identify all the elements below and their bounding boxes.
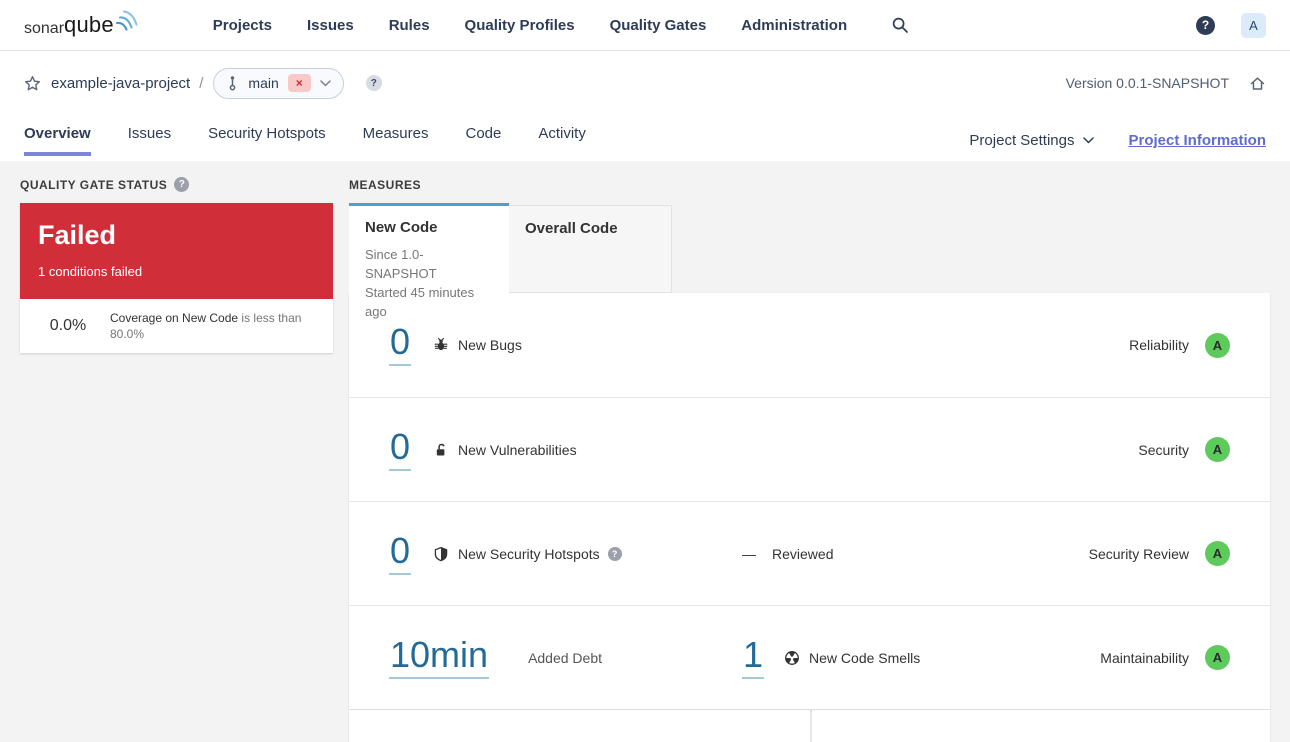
nav-item-administration[interactable]: Administration (741, 17, 847, 34)
reviewed-value-dash: — (742, 545, 756, 562)
added-debt-label: Added Debt (528, 649, 603, 666)
tab-activity[interactable]: Activity (538, 125, 586, 156)
measure-row-maintainability: 10min Added Debt 1 New Code Smells Maint… (349, 605, 1270, 709)
nav-item-quality-gates[interactable]: Quality Gates (610, 17, 707, 34)
quality-gate-status-banner: Failed 1 conditions failed (20, 203, 333, 299)
quality-gate-help-icon[interactable] (174, 177, 190, 192)
quality-gate-title: QUALITY GATE STATUS (20, 177, 168, 192)
quality-gate-card: Failed 1 conditions failed 0.0% Coverage… (20, 203, 333, 353)
project-header-bar: example-java-project / main Version 0.0.… (0, 51, 1290, 115)
new-code-smells-count[interactable]: 1 (742, 636, 765, 679)
tab-overall-code[interactable]: Overall Code (509, 205, 672, 293)
project-meta: Version 0.0.1-SNAPSHOT (1066, 75, 1266, 92)
nav-item-projects[interactable]: Projects (213, 17, 272, 34)
open-lock-icon (433, 442, 449, 458)
condition-description: Coverage on New Code is less than 80.0% (110, 310, 321, 342)
logo-text-bold: sonar (24, 20, 65, 37)
condition-metric: Coverage on New Code (110, 311, 239, 325)
project-settings-dropdown[interactable]: Project Settings (969, 132, 1095, 149)
condition-value: 0.0% (49, 317, 87, 334)
project-information-link[interactable]: Project Information (1128, 132, 1266, 149)
new-vulnerabilities-label: New Vulnerabilities (458, 441, 577, 458)
project-tab-bar: Overview Issues Security Hotspots Measur… (0, 115, 1290, 161)
tab-new-code[interactable]: New Code Since 1.0-SNAPSHOT Started 45 m… (349, 203, 509, 319)
duplications-card-partial (812, 710, 1270, 742)
security-rating-badge[interactable]: A (1205, 437, 1230, 462)
quality-gate-status: Failed (38, 220, 117, 250)
new-vulnerabilities-count[interactable]: 0 (389, 428, 412, 471)
branch-name: main (248, 75, 279, 91)
code-period-tabs: New Code Since 1.0-SNAPSHOT Started 45 m… (349, 203, 1270, 319)
tab-issues[interactable]: Issues (128, 125, 171, 156)
maintainability-label: Maintainability (1100, 649, 1189, 666)
new-code-tab-label: New Code (365, 219, 438, 236)
overall-code-tab-label: Overall Code (525, 220, 618, 237)
tab-code[interactable]: Code (465, 125, 501, 156)
homepage-button[interactable] (1249, 75, 1266, 92)
tabbar-right-group: Project Settings Project Information (969, 132, 1266, 161)
tab-measures[interactable]: Measures (363, 125, 429, 156)
nav-item-rules[interactable]: Rules (389, 17, 430, 34)
breadcrumb-separator: / (199, 74, 204, 92)
failed-condition-row[interactable]: 0.0% Coverage on New Code is less than 8… (20, 299, 333, 353)
branch-selector[interactable]: main (213, 67, 344, 99)
new-code-smells-label: New Code Smells (809, 649, 921, 666)
sonarqube-logo[interactable]: sonar qube (24, 10, 139, 38)
reliability-label: Reliability (1129, 337, 1189, 353)
top-navigation-bar: sonar qube Projects Issues Rules Quality … (0, 0, 1290, 51)
project-tabs: Overview Issues Security Hotspots Measur… (24, 125, 586, 161)
nav-item-quality-profiles[interactable]: Quality Profiles (465, 17, 575, 34)
help-button[interactable] (1196, 15, 1215, 35)
security-hotspots-help-icon[interactable] (607, 546, 622, 561)
new-bugs-count[interactable]: 0 (389, 324, 412, 366)
measures-section: MEASURES New Code Since 1.0-SNAPSHOT Sta… (349, 177, 1270, 742)
maintainability-rating-badge[interactable]: A (1205, 645, 1230, 670)
branch-help-icon[interactable] (365, 75, 382, 91)
reviewed-label: Reviewed (772, 545, 834, 562)
project-version: Version 0.0.1-SNAPSHOT (1065, 75, 1229, 91)
main-navigation: Projects Issues Rules Quality Profiles Q… (213, 17, 847, 34)
home-icon (1250, 76, 1265, 90)
security-review-rating-badge[interactable]: A (1205, 541, 1230, 566)
new-bugs-label: New Bugs (458, 337, 522, 353)
new-code-since: Since 1.0-SNAPSHOT (365, 247, 437, 281)
project-settings-label: Project Settings (969, 132, 1075, 149)
measure-row-security-review: 0 New Security Hotspots — Reviewed (349, 501, 1270, 605)
security-label: Security (1138, 441, 1189, 458)
search-icon (892, 17, 908, 33)
shield-icon (433, 546, 449, 562)
favorite-star-icon[interactable] (24, 75, 41, 92)
quality-gate-conditions-summary: 1 conditions failed (38, 264, 143, 279)
quality-gate-section: QUALITY GATE STATUS Failed 1 conditions … (20, 177, 333, 742)
next-section-cards (349, 710, 1270, 742)
topbar-right-group: A (1196, 12, 1266, 38)
measures-title: MEASURES (349, 177, 422, 192)
logo-text-light: qube (64, 12, 114, 37)
measure-row-security: 0 New Vulnerabilities Security A (349, 397, 1270, 501)
breadcrumb-project-name[interactable]: example-java-project (51, 75, 190, 92)
search-button[interactable] (891, 16, 909, 34)
branch-chevron-down-icon (320, 79, 331, 86)
branch-close-icon[interactable] (287, 74, 311, 92)
chevron-down-icon (1083, 137, 1095, 144)
measures-panel: 0 New Bugs Reliability A 0 New Vulnerabi… (349, 293, 1270, 710)
new-security-hotspots-label: New Security Hotspots (458, 545, 600, 562)
nav-item-issues[interactable]: Issues (307, 17, 354, 34)
bug-icon (433, 337, 449, 353)
added-debt-value[interactable]: 10min (389, 636, 490, 679)
new-security-hotspots-count[interactable]: 0 (389, 532, 412, 575)
code-smell-icon (784, 650, 800, 666)
tab-overview[interactable]: Overview (24, 125, 91, 156)
branch-icon (230, 76, 236, 91)
reliability-rating-badge[interactable]: A (1205, 332, 1230, 358)
tab-security-hotspots[interactable]: Security Hotspots (208, 125, 326, 156)
coverage-card-partial (349, 710, 810, 742)
overview-content: QUALITY GATE STATUS Failed 1 conditions … (0, 161, 1290, 742)
security-review-label: Security Review (1088, 545, 1189, 562)
new-code-started: Started 45 minutes ago (365, 285, 475, 319)
avatar[interactable]: A (1241, 12, 1266, 38)
sonar-waves-icon (115, 10, 138, 31)
